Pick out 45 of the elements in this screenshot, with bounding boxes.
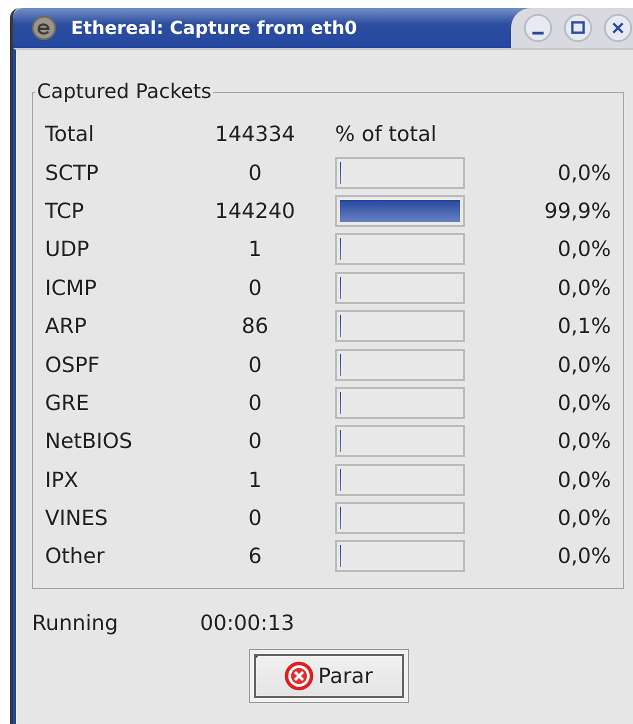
stop-button[interactable]: Parar: [248, 649, 408, 703]
percent-value: 0,0%: [556, 352, 611, 377]
protocol-label: IPX: [45, 468, 80, 492]
packet-count: 1: [247, 468, 263, 492]
percent-value: 0,0%: [556, 276, 611, 300]
packet-count: 0: [247, 276, 263, 300]
protocol-label: Other: [45, 544, 106, 568]
column-heading: % of total: [334, 122, 438, 146]
protocol-label: VINES: [45, 506, 109, 530]
protocol-label: GRE: [45, 390, 90, 415]
protocol-label: ICMP: [45, 276, 98, 300]
elapsed-time: 00:00:13: [200, 611, 294, 635]
percent-value: 0,0%: [556, 506, 611, 530]
percent-value: 0,0%: [556, 544, 611, 568]
packet-count: 1: [247, 237, 263, 262]
maximize-icon[interactable]: [563, 13, 593, 43]
running-label: Running: [32, 611, 120, 635]
total-label: Total: [45, 122, 96, 146]
close-icon[interactable]: [603, 13, 633, 43]
percent-value: 0,0%: [556, 429, 611, 454]
percent-value: 0,0%: [556, 468, 611, 492]
app-icon: [31, 15, 57, 41]
percent-value: 99,9%: [543, 198, 611, 223]
protocol-label: ARP: [45, 314, 88, 338]
packet-count: 0: [247, 506, 263, 530]
packet-count: 6: [247, 544, 263, 568]
protocol-label: NetBIOS: [45, 429, 134, 454]
minimize-icon[interactable]: [523, 13, 553, 43]
percent-value: 0,0%: [556, 390, 611, 415]
packet-count: 0: [247, 390, 263, 415]
total-count: 144334: [214, 122, 296, 146]
window-title: Ethereal: Capture from eth0: [71, 18, 358, 38]
percent-value: 0,0%: [556, 160, 611, 185]
stop-icon: [284, 661, 314, 691]
packet-count: 0: [247, 429, 263, 454]
protocol-label: SCTP: [45, 160, 100, 185]
percent-value: 0,1%: [556, 314, 611, 338]
protocol-label: OSPF: [45, 352, 101, 377]
protocol-label: UDP: [45, 237, 90, 262]
packet-count: 0: [247, 160, 263, 185]
percent-value: 0,0%: [556, 237, 611, 262]
packet-count: 86: [240, 314, 270, 338]
protocol-label: TCP: [45, 198, 85, 223]
packet-count: 144240: [214, 198, 296, 223]
packet-count: 0: [247, 352, 263, 377]
